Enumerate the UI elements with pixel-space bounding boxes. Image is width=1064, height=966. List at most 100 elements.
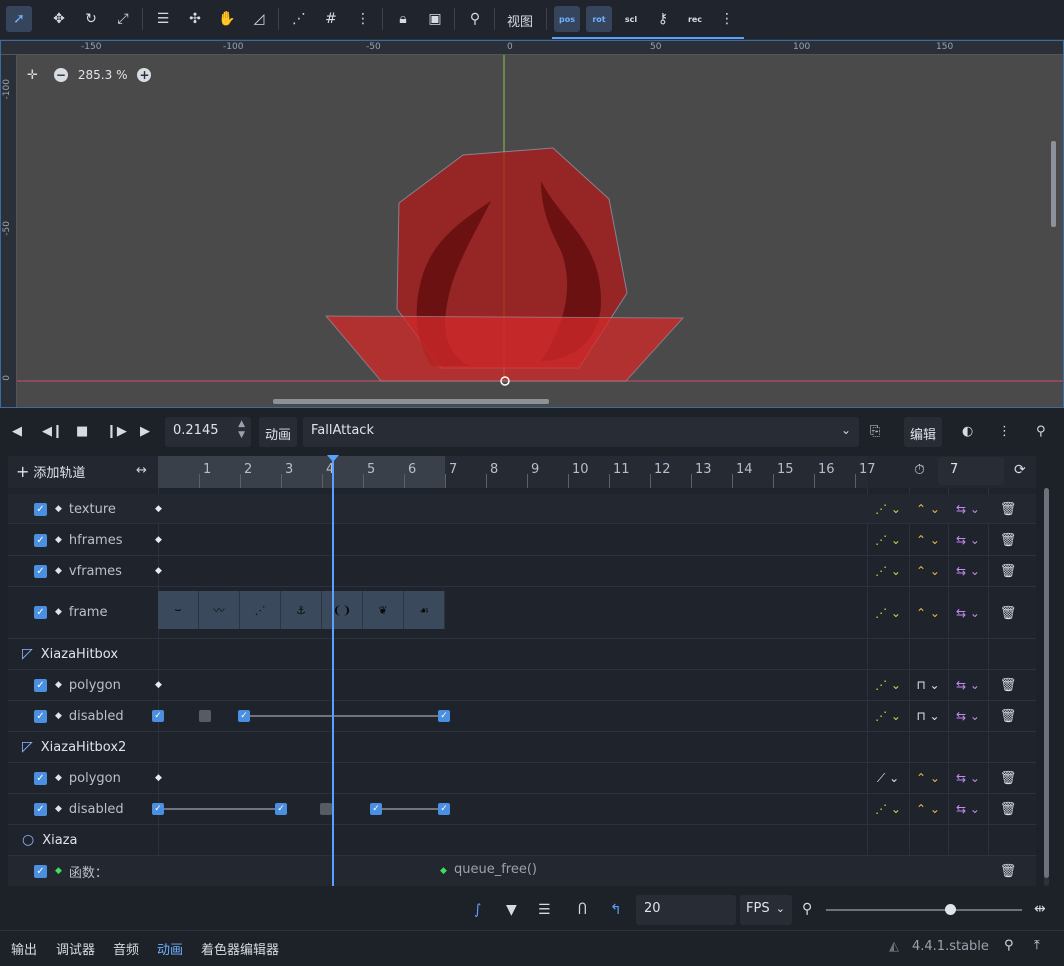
filter-icon[interactable]: ▼: [506, 902, 517, 918]
tab-output[interactable]: 输出: [11, 939, 37, 958]
onion-skin-icon[interactable]: ◐: [962, 424, 973, 439]
keyframe-true[interactable]: ✓: [438, 803, 450, 815]
loop-wrap-icon[interactable]: ⇆ ⌄: [948, 709, 988, 723]
loop-wrap-icon[interactable]: ⇆ ⌄: [948, 564, 988, 578]
loop-wrap-icon[interactable]: ⇆ ⌄: [948, 606, 988, 620]
keyframe-true[interactable]: ✓: [438, 710, 450, 722]
track-enable-checkbox[interactable]: ✓: [34, 502, 47, 516]
key-scale-icon[interactable]: scl: [618, 6, 644, 32]
track-row[interactable]: ✓ ◆ texture ◆ ⋰ ⌄ ⌃ ⌄ ⇆ ⌄ 🗑︎: [8, 494, 1036, 524]
update-mode-icon[interactable]: ⋰ ⌄: [868, 709, 908, 723]
frame-preview[interactable]: ⋰: [240, 591, 281, 629]
add-track-button[interactable]: + 添加轨道: [16, 462, 85, 481]
fps-select[interactable]: FPS ⌄: [740, 895, 792, 925]
track-list-icon[interactable]: ☰: [538, 902, 551, 918]
time-field[interactable]: 0.2145 ▲ ▼: [165, 417, 251, 447]
delete-track-icon[interactable]: 🗑︎: [988, 678, 1028, 693]
track-row[interactable]: ✓ ◆ hframes ◆ ⋰ ⌄ ⌃ ⌄ ⇆ ⌄ 🗑︎: [8, 525, 1036, 556]
track-enable-checkbox[interactable]: ✓: [34, 864, 47, 878]
frame-preview[interactable]: ❦: [363, 591, 404, 629]
rotate-tool-icon[interactable]: ↻: [78, 6, 104, 32]
update-mode-icon[interactable]: ⋰ ⌄: [868, 606, 908, 620]
interpolation-icon[interactable]: ⌃ ⌄: [908, 802, 948, 816]
more-options-icon[interactable]: ⋮: [998, 424, 1011, 439]
edit-button[interactable]: 编辑: [904, 417, 943, 447]
tab-shader-editor[interactable]: 着色器编辑器: [201, 939, 279, 958]
auto-key-icon[interactable]: rec: [682, 6, 708, 32]
frame-preview[interactable]: 〰: [199, 591, 240, 629]
selectable-list-icon[interactable]: ☰: [150, 6, 176, 32]
zoom-in-icon[interactable]: +: [137, 68, 152, 82]
scale-tool-icon[interactable]: ⤢: [110, 6, 136, 32]
canvas-viewport[interactable]: -150 -100 -50 0 50 100 150 -100 -50 0 ✛ …: [0, 40, 1064, 408]
node-row[interactable]: ◸ XiazaHitbox: [8, 639, 1036, 670]
keyframe[interactable]: ◆: [155, 566, 162, 576]
discrete-interp-icon[interactable]: ⊓ ⌄: [908, 709, 948, 723]
frame-preview[interactable]: ⚓︎: [281, 591, 322, 629]
track-row[interactable]: ✓ ◆ polygon ◆ ⋰ ⌄ ⊓ ⌄ ⇆ ⌄ 🗑︎: [8, 670, 1036, 701]
zoom-label[interactable]: 285.3 %: [78, 68, 128, 82]
node-row[interactable]: ◸ XiazaHitbox2: [8, 732, 1036, 763]
update-mode-icon[interactable]: ⋰ ⌄: [868, 533, 908, 547]
smart-snap-icon[interactable]: ⋰: [286, 6, 312, 32]
track-row[interactable]: ✓ ◆ 函数： ◆ queue_free() 🗑︎: [8, 856, 1036, 886]
play-backwards-icon[interactable]: ◀: [12, 424, 22, 439]
select-tool-icon[interactable]: ➚: [6, 6, 32, 32]
update-mode-icon[interactable]: ⋰ ⌄: [868, 564, 908, 578]
insert-key-icon[interactable]: ⚷: [650, 6, 676, 32]
interpolation-icon[interactable]: ⌃ ⌄: [908, 771, 948, 785]
delete-track-icon[interactable]: 🗑︎: [988, 802, 1028, 817]
view-menu[interactable]: 视图: [507, 11, 533, 30]
tab-debugger[interactable]: 调试器: [56, 939, 95, 958]
autoplay-icon[interactable]: ⎘: [870, 424, 880, 439]
grid-snap-icon[interactable]: #: [318, 6, 344, 32]
zoom-slider-knob[interactable]: [945, 904, 956, 915]
loop-wrap-icon[interactable]: ⇆ ⌄: [948, 502, 988, 516]
keyframe-false[interactable]: [320, 803, 332, 815]
delete-track-icon[interactable]: 🗑︎: [988, 709, 1028, 724]
keyframe-true[interactable]: ✓: [238, 710, 250, 722]
track-enable-checkbox[interactable]: ✓: [34, 564, 47, 578]
key-position-icon[interactable]: pos: [554, 6, 580, 32]
track-row[interactable]: ✓ ◆ disabled ✓ ✓ ✓ ⋰ ⌄ ⊓ ⌄ ⇆ ⌄ 🗑︎: [8, 701, 1036, 732]
track-row[interactable]: ✓ ◆ frame ⌣ 〰 ⋰ ⚓︎ ❨❩ ❦ ☙ ⋰ ⌄ ⌃ ⌄ ⇆ ⌄ 🗑︎: [8, 587, 1036, 639]
length-field[interactable]: 7: [938, 457, 1004, 485]
play-from-start-icon[interactable]: ❙▶: [106, 424, 127, 439]
interpolation-icon[interactable]: ⌃ ⌄: [908, 564, 948, 578]
update-mode-icon[interactable]: ⋰ ⌄: [868, 502, 908, 516]
loop-icon[interactable]: ⟳: [1014, 462, 1026, 478]
track-row[interactable]: ✓ ◆ vframes ◆ ⋰ ⌄ ⌃ ⌄ ⇆ ⌄ 🗑︎: [8, 556, 1036, 587]
play-backwards-start-icon[interactable]: ◀❙: [42, 424, 63, 439]
keyframe-true[interactable]: ✓: [370, 803, 382, 815]
track-enable-checkbox[interactable]: ✓: [34, 678, 47, 692]
pin-icon[interactable]: ⚲: [1036, 424, 1046, 439]
interpolation-icon[interactable]: ⌃ ⌄: [908, 606, 948, 620]
update-mode-icon[interactable]: ⋰ ⌄: [868, 802, 908, 816]
delete-track-icon[interactable]: 🗑︎: [988, 564, 1028, 579]
track-enable-checkbox[interactable]: ✓: [34, 533, 47, 547]
animation-select[interactable]: FallAttack ⌄: [303, 417, 859, 447]
delete-track-icon[interactable]: 🗑︎: [988, 771, 1028, 786]
pivot-tool-icon[interactable]: ✣: [182, 6, 208, 32]
snap-step-field[interactable]: 20: [636, 895, 736, 925]
playhead-handle[interactable]: [327, 455, 339, 462]
keyframe[interactable]: ◆: [155, 535, 162, 545]
loop-wrap-icon[interactable]: ⇆ ⌄: [948, 802, 988, 816]
bezier-icon[interactable]: ∫: [474, 902, 481, 918]
track-row[interactable]: ✓ ◆ polygon ◆ ⟋ ⌄ ⌃ ⌄ ⇆ ⌄ 🗑︎: [8, 763, 1036, 794]
group-icon[interactable]: ▣: [422, 6, 448, 32]
track-enable-checkbox[interactable]: ✓: [34, 771, 47, 785]
delete-track-icon[interactable]: 🗑︎: [988, 606, 1028, 621]
snap-time-icon[interactable]: Ⴖ: [578, 902, 587, 918]
zoom-out-icon[interactable]: −: [53, 68, 68, 82]
update-mode-icon[interactable]: ⋰ ⌄: [868, 678, 908, 692]
keyframe-true[interactable]: ✓: [152, 710, 164, 722]
frame-preview[interactable]: ⌣: [158, 591, 199, 629]
track-enable-checkbox[interactable]: ✓: [34, 605, 47, 619]
delete-track-icon[interactable]: 🗑︎: [988, 502, 1028, 517]
fit-view-icon[interactable]: ⇹: [1034, 901, 1046, 917]
loop-wrap-icon[interactable]: ⇆ ⌄: [948, 533, 988, 547]
key-options-icon[interactable]: ⋮: [714, 6, 740, 32]
animation-menu-button[interactable]: 动画: [259, 417, 298, 447]
track-enable-checkbox[interactable]: ✓: [34, 802, 47, 816]
